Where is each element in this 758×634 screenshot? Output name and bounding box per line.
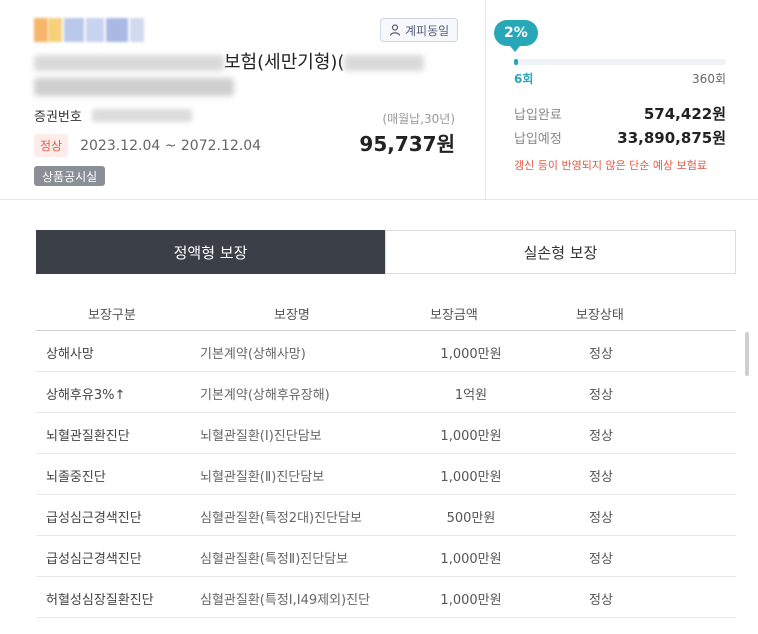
row-amount: 1억원 <box>454 388 488 403</box>
paid-label: 납입완료 <box>514 108 562 123</box>
table-row: 상해사망 기본계약(상해사망) 1,000만원 정상 <box>36 331 736 372</box>
product-title: 보험(세만기형)( <box>34 50 464 76</box>
coverage-tabs: 정액형 보장 실손형 보장 <box>36 230 736 274</box>
row-category: 상해후유3%↑ <box>46 388 126 403</box>
tab-indemnity-coverage[interactable]: 실손형 보장 <box>385 230 736 274</box>
paid-value: 574,422원 <box>643 105 726 123</box>
insured-same-label: 계피동일 <box>405 23 450 38</box>
row-status: 정상 <box>589 347 613 362</box>
policy-number-row: 증권번호 <box>34 106 192 125</box>
row-category: 뇌졸중진단 <box>46 470 106 485</box>
progress-bar <box>514 59 726 65</box>
redacted-text <box>344 55 425 71</box>
table-row-partial <box>36 618 736 634</box>
product-title-line2 <box>34 76 234 96</box>
coverage-table-header: 보장구분 보장명 보장금액 보장상태 <box>36 296 736 331</box>
header-status: 보장상태 <box>576 308 624 323</box>
row-name: 뇌혈관질환(Ⅰ)진단담보 <box>200 429 322 444</box>
row-amount: 1,000만원 <box>440 470 502 485</box>
row-category: 급성심근경색진단 <box>46 511 142 526</box>
expected-label: 납입예정 <box>514 132 562 147</box>
row-amount: 1,000만원 <box>440 429 502 444</box>
row-name: 기본계약(상해후유장해) <box>200 388 330 403</box>
header-name: 보장명 <box>274 308 310 323</box>
header-category: 보장구분 <box>88 308 136 323</box>
table-row: 상해후유3%↑ 기본계약(상해후유장해) 1억원 정상 <box>36 372 736 413</box>
total-count: 360회 <box>692 72 726 86</box>
contract-period: 2023.12.04 ~ 2072.12.04 <box>80 137 262 154</box>
row-name: 기본계약(상해사망) <box>200 347 306 362</box>
progress-bar-fill <box>514 59 518 65</box>
premium-notice: 갱신 등이 반영되지 않은 단순 예상 보험료 <box>514 159 708 172</box>
row-amount: 1,000만원 <box>440 593 502 608</box>
row-status: 정상 <box>589 470 613 485</box>
paid-amount-row: 납입완료 574,422원 <box>514 103 726 124</box>
insured-same-badge: 계피동일 <box>380 18 459 42</box>
payment-cycle: (매월납,30년) <box>382 112 455 126</box>
product-title-text: 보험(세만기형)( <box>224 52 345 73</box>
row-name: 심혈관질환(특정Ⅱ)진단담보 <box>200 552 349 567</box>
tab-fixed-coverage[interactable]: 정액형 보장 <box>36 230 385 274</box>
row-category: 뇌혈관질환진단 <box>46 429 130 444</box>
row-category: 허혈성심장질환진단 <box>46 593 154 608</box>
paid-count: 6회 <box>514 72 534 86</box>
table-row: 허혈성심장질환진단 심혈관질환(특정Ⅰ,I49제외)진단 1,000만원 정상 <box>36 577 736 618</box>
status-badge: 정상 <box>34 134 69 157</box>
row-status: 정상 <box>589 511 613 526</box>
row-name: 심혈관질환(특정Ⅰ,I49제외)진단 <box>200 593 371 608</box>
policy-number-redacted <box>91 109 192 122</box>
row-status: 정상 <box>589 552 613 567</box>
row-category: 급성심근경색진단 <box>46 552 142 567</box>
scrollbar-thumb[interactable] <box>745 332 749 376</box>
product-disclosure-button[interactable]: 상품공시실 <box>34 166 106 186</box>
progress-labels: 6회 360회 <box>514 70 726 87</box>
row-amount: 1,000만원 <box>440 552 502 567</box>
payment-progress-panel: 2% 6회 360회 납입완료 574,422원 납입예정 33,890,875… <box>486 0 758 200</box>
row-amount: 500만원 <box>446 511 496 526</box>
table-row: 뇌혈관질환진단 뇌혈관질환(Ⅰ)진단담보 1,000만원 정상 <box>36 413 736 454</box>
contract-summary: 계피동일 보험(세만기형)( 증권번호 (매월납,30년) 정상 2023.12… <box>0 0 758 200</box>
insurer-logo <box>34 18 144 42</box>
monthly-premium: 95,737원 <box>359 132 455 156</box>
policy-number-label: 증권번호 <box>34 110 82 125</box>
expected-amount-row: 납입예정 33,890,875원 <box>514 127 726 148</box>
coverage-table-body: 상해사망 기본계약(상해사망) 1,000만원 정상 상해후유3%↑ 기본계약(… <box>36 331 736 634</box>
redacted-text <box>34 77 234 96</box>
contract-info-panel: 계피동일 보험(세만기형)( 증권번호 (매월납,30년) 정상 2023.12… <box>0 0 485 200</box>
row-status: 정상 <box>589 388 613 403</box>
redacted-text <box>34 55 224 71</box>
row-category: 상해사망 <box>46 347 94 362</box>
expected-value: 33,890,875원 <box>617 129 726 147</box>
row-status: 정상 <box>589 593 613 608</box>
table-row: 급성심근경색진단 심혈관질환(특정2대)진단담보 500만원 정상 <box>36 495 736 536</box>
table-row: 급성심근경색진단 심혈관질환(특정Ⅱ)진단담보 1,000만원 정상 <box>36 536 736 577</box>
table-row: 뇌졸중진단 뇌혈관질환(Ⅱ)진단담보 1,000만원 정상 <box>36 454 736 495</box>
row-status: 정상 <box>589 429 613 444</box>
contract-status-row: 정상 2023.12.04 ~ 2072.12.04 <box>34 134 261 157</box>
row-name: 뇌혈관질환(Ⅱ)진단담보 <box>200 470 325 485</box>
person-icon <box>389 24 401 36</box>
header-amount: 보장금액 <box>430 308 478 323</box>
progress-percent-bubble: 2% <box>494 20 538 52</box>
row-amount: 1,000만원 <box>440 347 502 362</box>
row-name: 심혈관질환(특정2대)진단담보 <box>200 511 362 526</box>
